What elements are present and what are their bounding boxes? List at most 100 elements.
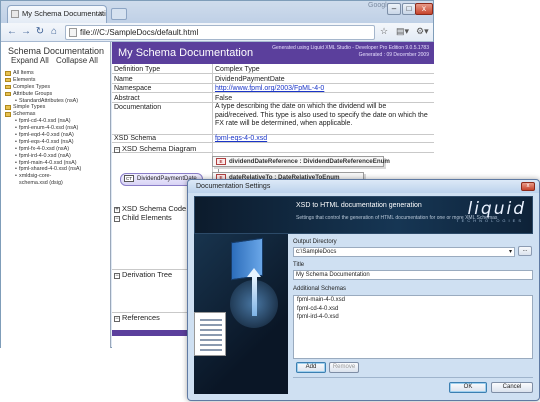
address-bar[interactable]: file:///C:/SampleDocs/default.html	[65, 25, 375, 40]
dialog-title: Documentation Settings	[196, 183, 271, 190]
title-field[interactable]: My Schema Documentation	[293, 270, 533, 280]
chevron-down-icon[interactable]: ▾	[509, 248, 512, 256]
bullet-icon: •	[15, 118, 17, 125]
section-diagram[interactable]: − XSD Schema Diagram	[112, 144, 434, 153]
folder-icon	[5, 91, 11, 97]
collapse-icon[interactable]: −	[114, 147, 120, 153]
tree-item[interactable]: • fpml-ird-4-0.xsd (nsA)	[5, 153, 109, 160]
schema-list[interactable]: fpml-main-4-0.xsd fpml-cd-4-0.xsd fpml-i…	[293, 295, 533, 359]
section-label: Child Elements	[122, 213, 172, 222]
property-row: Name DividendPaymentDate	[112, 75, 434, 84]
dialog-titlebar: Documentation Settings x	[188, 180, 539, 193]
tree-item[interactable]: All Items	[5, 70, 109, 77]
bullet-icon: •	[15, 166, 17, 173]
tree-item[interactable]: Schemas	[5, 111, 109, 118]
browser-toolbar: ← → ↻ ⌂ file:///C:/SampleDocs/default.ht…	[1, 23, 433, 42]
expand-all-link[interactable]: Expand All	[11, 56, 49, 65]
tree-controls: Expand All Collapse All	[11, 56, 103, 65]
ok-button[interactable]: OK	[449, 382, 487, 393]
section-label: XSD Schema Code	[122, 204, 187, 213]
tree-item[interactable]: Simple Types	[5, 104, 109, 111]
tree-item[interactable]: • fpml-eqd-4-0.xsd (nsA)	[5, 132, 109, 139]
schema-link[interactable]: fpml-eqs-4-0.xsd	[215, 134, 267, 143]
close-tab-icon[interactable]: ×	[98, 6, 103, 22]
bullet-icon: •	[15, 152, 17, 159]
tree-item[interactable]: Attribute Groups	[5, 91, 109, 98]
tab-title: My Schema Documentati...	[22, 9, 107, 18]
folder-icon	[5, 77, 11, 83]
list-item[interactable]: fpml-cd-4-0.xsd	[294, 305, 532, 314]
tree-item[interactable]: Complex Types	[5, 84, 109, 91]
forward-arrow-icon[interactable]: →	[20, 26, 32, 38]
tab-bar: My Schema Documentati... × Google – □ x	[1, 1, 433, 23]
tree-item[interactable]: Elements	[5, 77, 109, 84]
property-row: XSD Schema fpml-eqs-4-0.xsd	[112, 134, 434, 144]
documentation-settings-dialog: Documentation Settings x XSD to HTML doc…	[187, 179, 540, 401]
tree-item[interactable]: • fpml-main-4-0.xsd (nsA)	[5, 160, 109, 167]
bullet-icon: •	[15, 159, 17, 166]
generation-illustration	[194, 234, 288, 394]
dialog-banner: XSD to HTML documentation generation Set…	[194, 196, 533, 234]
back-arrow-icon[interactable]: ←	[6, 26, 18, 38]
pane-title: Schema Documentation	[8, 46, 105, 56]
collapse-all-link[interactable]: Collapse All	[56, 56, 98, 65]
page-icon	[11, 10, 19, 18]
generated-info: Generated using Liquid XML Studio - Deve…	[272, 45, 429, 59]
tree-item[interactable]: • fpml-fx-4-0.xsd (nsA)	[5, 146, 109, 153]
add-button[interactable]: Add	[296, 362, 326, 373]
maximize-button[interactable]: □	[402, 3, 416, 15]
new-tab-button[interactable]	[111, 8, 127, 20]
folder-icon	[5, 84, 11, 90]
dialog-separator	[293, 377, 533, 378]
output-directory-combo[interactable]: c:\SampleDocs ▾	[293, 247, 515, 257]
tree-item[interactable]: schema.xsd (dsig)	[5, 180, 109, 187]
close-window-button[interactable]: x	[415, 3, 433, 15]
folder-icon	[5, 105, 11, 110]
star-icon[interactable]: ☆	[380, 26, 388, 37]
bullet-icon: •	[15, 125, 17, 132]
home-icon[interactable]: ⌂	[48, 26, 60, 38]
bullet-icon: •	[15, 138, 17, 145]
browser-tab[interactable]: My Schema Documentati... ×	[7, 5, 107, 23]
tree-item[interactable]: • fpml-enum-4-0.xsd (nsA)	[5, 125, 109, 132]
doc-header: My Schema Documentation Generated using …	[112, 42, 434, 64]
tree-item[interactable]: • fpml-cd-4-0.xsd (nsA)	[5, 118, 109, 125]
cancel-button[interactable]: Cancel	[491, 382, 533, 393]
reload-icon[interactable]: ↻	[34, 26, 46, 38]
namespace-link[interactable]: http://www.fpml.org/2003/FpML-4-0	[215, 84, 324, 93]
property-row: Definition Type Complex Type	[112, 65, 434, 75]
address-text: file:///C:/SampleDocs/default.html	[80, 28, 199, 37]
section-label: XSD Schema Diagram	[122, 144, 197, 153]
folder-icon	[5, 71, 11, 76]
diagram-element-node[interactable]: EdividendDateReference : DividendDateRef…	[212, 156, 390, 167]
bullet-icon: •	[15, 145, 17, 152]
folder-icon	[5, 112, 11, 117]
tree-item[interactable]: • StandardAttributes (nsA)	[5, 98, 109, 105]
doc-title: My Schema Documentation	[118, 47, 254, 59]
property-key: Documentation	[114, 104, 162, 111]
property-key: Definition Type	[114, 66, 161, 73]
browse-button[interactable]: ...	[518, 246, 532, 256]
section-label: Derivation Tree	[122, 270, 173, 279]
page-menu-icon[interactable]: ▤▾	[396, 26, 409, 37]
tree-item[interactable]: • fpml-eqs-4-0.xsd (nsA)	[5, 139, 109, 146]
output-directory-value: c:\SampleDocs	[296, 249, 337, 255]
tree-item[interactable]: • fpml-shared-4-0.xsd (nsA)	[5, 166, 109, 173]
collapse-icon[interactable]: −	[114, 216, 120, 222]
list-item[interactable]: fpml-ird-4-0.xsd	[294, 313, 532, 322]
property-row: Abstract False	[112, 94, 434, 103]
property-value: DividendPaymentDate	[215, 75, 285, 83]
dialog-close-button[interactable]: x	[521, 182, 535, 191]
collapse-icon[interactable]: −	[114, 273, 120, 279]
element-badge: E	[216, 158, 226, 165]
minimize-button[interactable]: –	[387, 3, 401, 15]
banner-title: XSD to HTML documentation generation	[296, 202, 422, 209]
bullet-icon: •	[15, 132, 17, 139]
bullet-icon: •	[15, 173, 17, 180]
remove-button[interactable]: Remove	[329, 362, 359, 373]
collapse-icon[interactable]: −	[114, 316, 120, 322]
list-item[interactable]: fpml-main-4-0.xsd	[294, 296, 532, 305]
tree-item[interactable]: • xmldsig-core-	[5, 173, 109, 180]
node-label: dividendDateReference : DividendDateRefe…	[229, 158, 390, 165]
wrench-menu-icon[interactable]: ⚙▾	[416, 26, 429, 37]
